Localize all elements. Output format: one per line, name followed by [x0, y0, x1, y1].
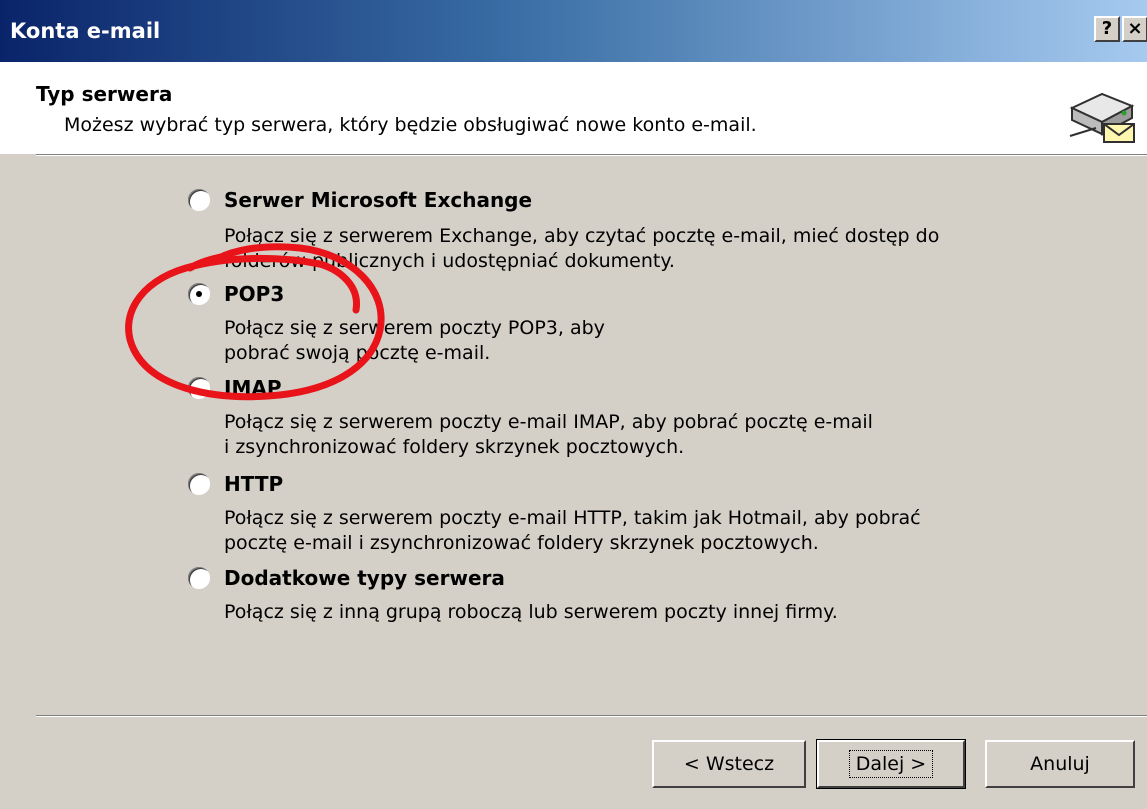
option-http-label: HTTP [224, 472, 284, 496]
option-imap[interactable]: IMAP [188, 376, 281, 400]
option-exchange-label: Serwer Microsoft Exchange [224, 188, 533, 212]
page-description: Możesz wybrać typ serwera, który będzie … [64, 114, 757, 136]
option-imap-label: IMAP [224, 376, 282, 400]
header-divider [36, 154, 1147, 156]
radio-selected-dot [196, 291, 202, 297]
radio-pop3[interactable] [188, 283, 210, 305]
radio-http[interactable] [188, 473, 210, 495]
option-additional-label: Dodatkowe typy serwera [224, 566, 505, 590]
next-button-label: Dalej > [848, 750, 934, 778]
next-button[interactable]: Dalej > [816, 739, 966, 789]
radio-additional[interactable] [188, 567, 210, 589]
radio-imap[interactable] [188, 377, 210, 399]
option-pop3[interactable]: POP3 [188, 282, 284, 306]
option-exchange-description: Połącz się z serwerem Exchange, aby czyt… [224, 225, 940, 272]
help-button[interactable]: ? [1094, 16, 1120, 42]
option-pop3-description: Połącz się z serwerem poczty POP3, aby p… [224, 317, 605, 364]
page-title: Typ serwera [36, 82, 173, 106]
close-button[interactable]: × [1122, 16, 1147, 42]
server-mail-icon [1069, 92, 1135, 143]
option-imap-description: Połącz się z serwerem poczty e-mail IMAP… [224, 411, 873, 458]
title-bar: Konta e-mail ? × [0, 0, 1147, 62]
option-http-description: Połącz się z serwerem poczty e-mail HTTP… [224, 507, 921, 554]
back-button[interactable]: < Wstecz [652, 740, 806, 788]
wizard-header [0, 62, 1147, 154]
option-additional[interactable]: Dodatkowe typy serwera [188, 566, 505, 590]
option-http[interactable]: HTTP [188, 472, 283, 496]
option-pop3-label: POP3 [224, 282, 285, 306]
option-additional-description: Połącz się z inną grupą roboczą lub serw… [224, 601, 838, 623]
option-exchange[interactable]: Serwer Microsoft Exchange [188, 188, 532, 212]
footer-divider [36, 715, 1147, 717]
cancel-button[interactable]: Anuluj [985, 740, 1135, 788]
window-title: Konta e-mail [10, 19, 161, 43]
radio-exchange[interactable] [188, 189, 210, 211]
